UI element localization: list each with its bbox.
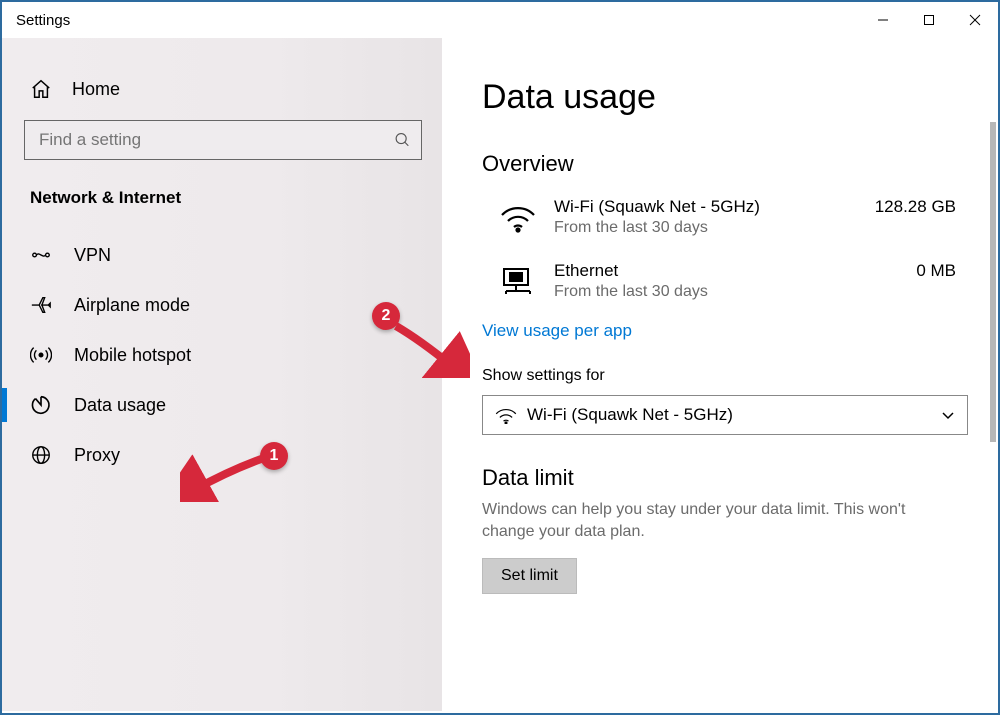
overview-value: 128.28 GB xyxy=(875,197,968,217)
close-button[interactable] xyxy=(952,3,998,37)
sidebar-item-vpn[interactable]: VPN xyxy=(24,230,422,280)
main-content: Data usage Overview Wi-Fi (Squawk Net - … xyxy=(442,38,998,711)
overview-sub: From the last 30 days xyxy=(554,283,708,301)
search-box[interactable] xyxy=(24,120,422,160)
scrollbar[interactable] xyxy=(990,122,996,442)
annotation-arrow-2 xyxy=(390,320,470,378)
sidebar-item-airplane[interactable]: Airplane mode xyxy=(24,280,422,330)
overview-ethernet: Ethernet From the last 30 days 0 MB xyxy=(482,255,968,319)
maximize-button[interactable] xyxy=(906,3,952,37)
hotspot-icon xyxy=(30,344,52,366)
overview-name: Ethernet xyxy=(554,261,708,281)
overview-wifi: Wi-Fi (Squawk Net - 5GHz) From the last … xyxy=(482,191,968,255)
sidebar-item-hotspot[interactable]: Mobile hotspot xyxy=(24,330,422,380)
view-usage-link[interactable]: View usage per app xyxy=(482,321,632,341)
airplane-icon xyxy=(30,294,52,316)
search-icon xyxy=(394,131,411,149)
overview-header: Overview xyxy=(482,151,968,177)
nav-label: Data usage xyxy=(74,395,166,416)
network-dropdown[interactable]: Wi-Fi (Squawk Net - 5GHz) xyxy=(482,395,968,435)
titlebar: Settings xyxy=(2,2,998,38)
wifi-icon xyxy=(500,201,536,233)
vpn-icon xyxy=(30,244,52,266)
window-title: Settings xyxy=(16,12,70,29)
window-controls xyxy=(860,3,998,37)
overview-name: Wi-Fi (Squawk Net - 5GHz) xyxy=(554,197,760,217)
set-limit-button[interactable]: Set limit xyxy=(482,558,577,594)
overview-sub: From the last 30 days xyxy=(554,219,760,237)
page-title: Data usage xyxy=(482,78,968,117)
home-nav[interactable]: Home xyxy=(30,78,422,100)
sidebar: Home Network & Internet VPN Airplane mod… xyxy=(2,38,442,711)
nav-label: VPN xyxy=(74,245,111,266)
chevron-down-icon xyxy=(941,408,955,422)
data-limit-desc: Windows can help you stay under your dat… xyxy=(482,499,942,544)
annotation-arrow-1 xyxy=(180,450,270,502)
data-usage-icon xyxy=(30,394,52,416)
nav-label: Proxy xyxy=(74,445,120,466)
home-icon xyxy=(30,78,52,100)
nav-label: Airplane mode xyxy=(74,295,190,316)
ethernet-icon xyxy=(500,265,536,297)
minimize-button[interactable] xyxy=(860,3,906,37)
search-input[interactable] xyxy=(39,130,394,150)
dropdown-value: Wi-Fi (Squawk Net - 5GHz) xyxy=(527,405,941,425)
proxy-icon xyxy=(30,444,52,466)
wifi-icon xyxy=(495,406,517,424)
sidebar-item-data-usage[interactable]: Data usage xyxy=(24,380,422,430)
show-settings-label: Show settings for xyxy=(482,367,968,385)
data-limit-header: Data limit xyxy=(482,465,968,491)
home-label: Home xyxy=(72,79,120,100)
overview-value: 0 MB xyxy=(916,261,968,281)
section-header: Network & Internet xyxy=(30,188,422,208)
nav-label: Mobile hotspot xyxy=(74,345,191,366)
